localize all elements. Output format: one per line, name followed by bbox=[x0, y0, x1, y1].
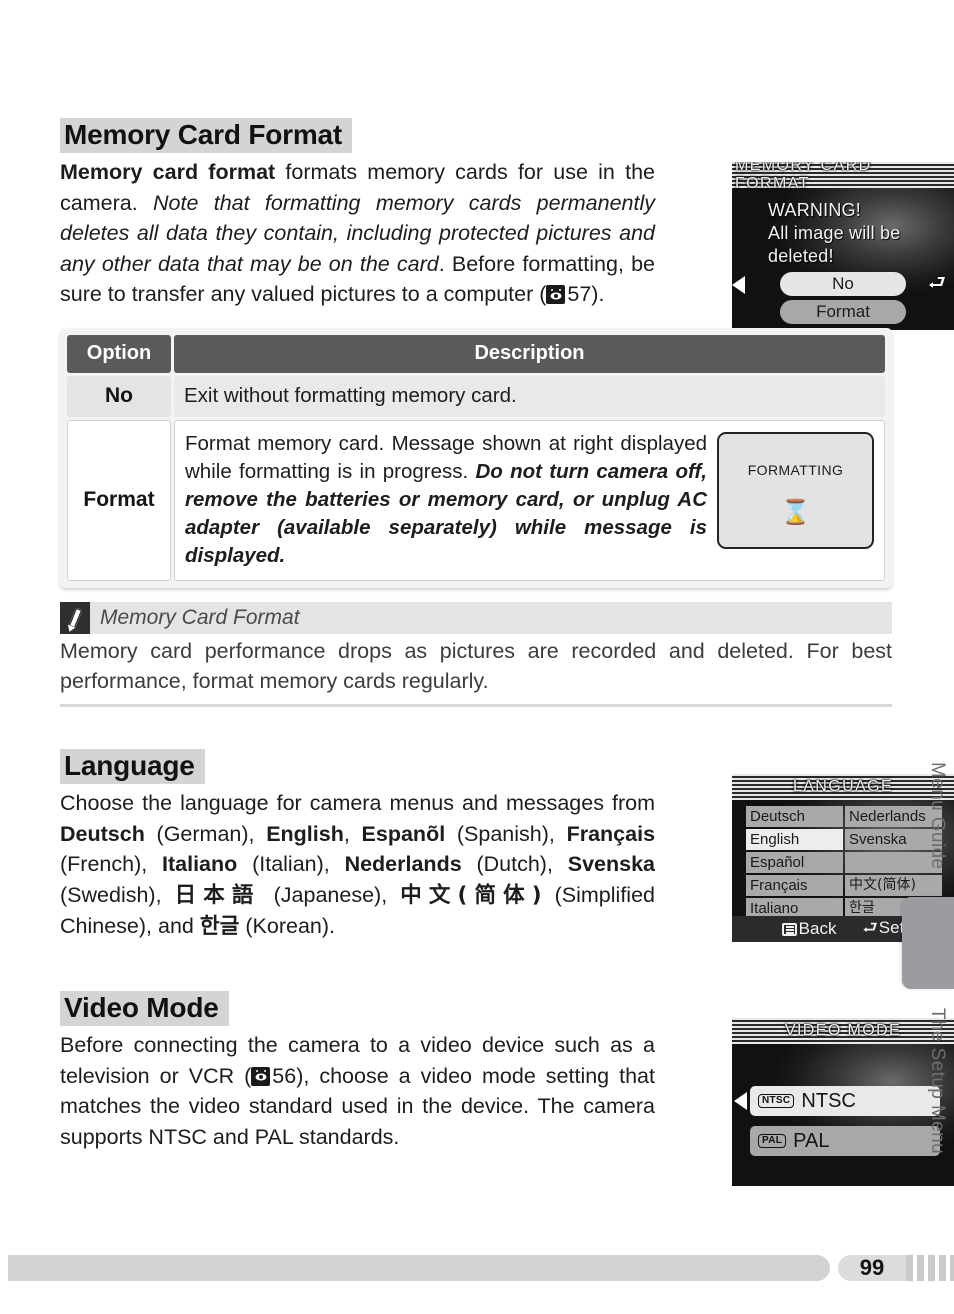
cell-option-format: Format bbox=[67, 419, 171, 581]
column-header-description: Description bbox=[174, 334, 885, 373]
lang-bold-svenska: Svenska bbox=[567, 852, 655, 877]
page-ref-56: 56 bbox=[272, 1063, 297, 1088]
body-language: Choose the language for camera menus and… bbox=[60, 788, 655, 943]
warning-message: WARNING! All image will be deleted! bbox=[768, 199, 900, 268]
warning-line-3: deleted! bbox=[768, 246, 834, 266]
back-label: Back bbox=[798, 919, 837, 938]
option-table-wrapper: Option Description No Exit without forma… bbox=[60, 327, 892, 588]
formatting-screen-inset: FORMATTING ⌛ bbox=[717, 431, 874, 549]
lang-bold-italiano: Italiano bbox=[162, 852, 238, 877]
footer-bar bbox=[8, 1255, 830, 1281]
warning-line-2: All image will be bbox=[768, 223, 901, 243]
page-ref-57: 57 bbox=[567, 282, 592, 307]
language-option-english[interactable]: English bbox=[746, 829, 843, 850]
side-tabs: Menu Guide The Setup Menu bbox=[890, 750, 954, 1200]
note-header: Memory Card Format bbox=[60, 601, 892, 634]
cell-option-no: No bbox=[67, 375, 171, 417]
table-row: No Exit without formatting memory card. bbox=[67, 375, 885, 417]
lcd-body: WARNING! All image will be deleted! No F… bbox=[732, 188, 954, 330]
manual-page: Memory Card Format MEMORY CARD FORMAT WA… bbox=[0, 0, 954, 1314]
language-option-espanol[interactable]: Español bbox=[746, 852, 843, 873]
body-memory-card-format: Memory card format formats memory cards … bbox=[60, 157, 655, 310]
cell-description-no: Exit without formatting memory card. bbox=[174, 375, 885, 417]
warning-line-1: WARNING! bbox=[768, 200, 861, 220]
side-tab-menu-guide[interactable]: Menu Guide bbox=[926, 762, 948, 870]
table-header-row: Option Description bbox=[67, 334, 885, 373]
camera-eye-icon bbox=[546, 285, 566, 305]
language-option-francais[interactable]: Français bbox=[746, 875, 843, 896]
lang-bold-korean: 한글 bbox=[199, 914, 240, 940]
option-format[interactable]: Format bbox=[780, 300, 906, 324]
body-text-3: ). bbox=[591, 282, 605, 307]
ntsc-label: NTSC bbox=[801, 1089, 856, 1112]
hourglass-icon: ⌛ bbox=[780, 498, 811, 527]
camera-eye-icon bbox=[251, 1066, 271, 1086]
lcd-title-text: MEMORY CARD FORMAT bbox=[735, 162, 872, 192]
side-tab-the-setup-menu[interactable]: The Setup Menu bbox=[926, 1008, 948, 1154]
menu-list-icon bbox=[781, 923, 797, 936]
enter-return-icon: ⮐ bbox=[928, 270, 946, 294]
lang-text-6: (Italian), bbox=[237, 852, 345, 877]
page-title-memory-card-format: Memory Card Format bbox=[60, 118, 353, 154]
lang-bold-chinese: 中文(简体) bbox=[400, 882, 542, 908]
option-no[interactable]: No bbox=[780, 272, 906, 296]
lang-text-8: (Swedish), bbox=[60, 882, 175, 907]
lang-bold-english: English bbox=[266, 821, 344, 846]
lang-text-5: (French), bbox=[60, 852, 163, 877]
option-table: Option Description No Exit without forma… bbox=[64, 332, 888, 584]
page-title-language: Language bbox=[60, 748, 205, 785]
lang-text-7: (Dutch), bbox=[461, 852, 568, 877]
lang-text-1: Choose the language for camera menus and… bbox=[60, 791, 655, 816]
lang-bold-nederlands: Nederlands bbox=[344, 852, 462, 877]
side-tab-active-block[interactable] bbox=[902, 897, 954, 989]
body-bold-lead: Memory card format bbox=[60, 160, 276, 185]
page-title-video-mode: Video Mode bbox=[60, 990, 229, 1027]
lcd-title-bar: MEMORY CARD FORMAT bbox=[732, 162, 954, 192]
page-number: 99 bbox=[838, 1255, 906, 1281]
lang-bold-deutsch: Deutsch bbox=[60, 821, 145, 846]
lang-bold-espanol: Espanõl bbox=[361, 821, 446, 846]
lang-text-3: , bbox=[343, 821, 362, 846]
arrow-left-icon bbox=[734, 1092, 747, 1110]
footer-ticks bbox=[906, 1255, 954, 1281]
lang-text-9: (Japanese), bbox=[260, 882, 401, 907]
pal-badge-icon: PAL bbox=[758, 1134, 787, 1148]
page-footer: 99 bbox=[0, 1255, 954, 1295]
back-button[interactable]: Back bbox=[781, 919, 837, 939]
cell-description-format: FORMATTING ⌛ Format memory card. Message… bbox=[174, 419, 885, 581]
table-row: Format FORMATTING ⌛ Format memory card. … bbox=[67, 419, 885, 581]
column-header-option: Option bbox=[67, 334, 171, 373]
lang-bold-japanese: 日本語 bbox=[174, 882, 261, 908]
lcd-title-text: LANGUAGE bbox=[792, 778, 894, 795]
note-memory-card-format: Memory Card Format Memory card performan… bbox=[60, 601, 892, 707]
arrow-left-icon bbox=[732, 276, 745, 294]
lang-text-2: (German), bbox=[144, 821, 267, 846]
lang-text-4: (Spanish), bbox=[445, 821, 567, 846]
pal-label: PAL bbox=[793, 1129, 830, 1152]
body-video-mode: Before connecting the camera to a video … bbox=[60, 1030, 655, 1152]
format-option-list: No Format bbox=[748, 272, 938, 328]
pencil-icon bbox=[60, 601, 90, 634]
lcd-title-text: VIDEO MODE bbox=[784, 1022, 902, 1039]
lcd-memory-card-format: MEMORY CARD FORMAT WARNING! All image wi… bbox=[732, 162, 954, 330]
note-title: Memory Card Format bbox=[100, 605, 300, 629]
note-body: Memory card performance drops as picture… bbox=[60, 638, 892, 693]
language-option-deutsch[interactable]: Deutsch bbox=[746, 806, 843, 827]
formatting-label: FORMATTING bbox=[747, 462, 844, 479]
ntsc-badge-icon: NTSC bbox=[758, 1094, 795, 1108]
lang-bold-francais: Français bbox=[566, 821, 656, 846]
page-content: Memory Card Format MEMORY CARD FORMAT WA… bbox=[60, 118, 954, 1186]
lang-text-11: (Korean). bbox=[239, 914, 336, 939]
enter-return-icon: ⮐ bbox=[862, 917, 878, 938]
